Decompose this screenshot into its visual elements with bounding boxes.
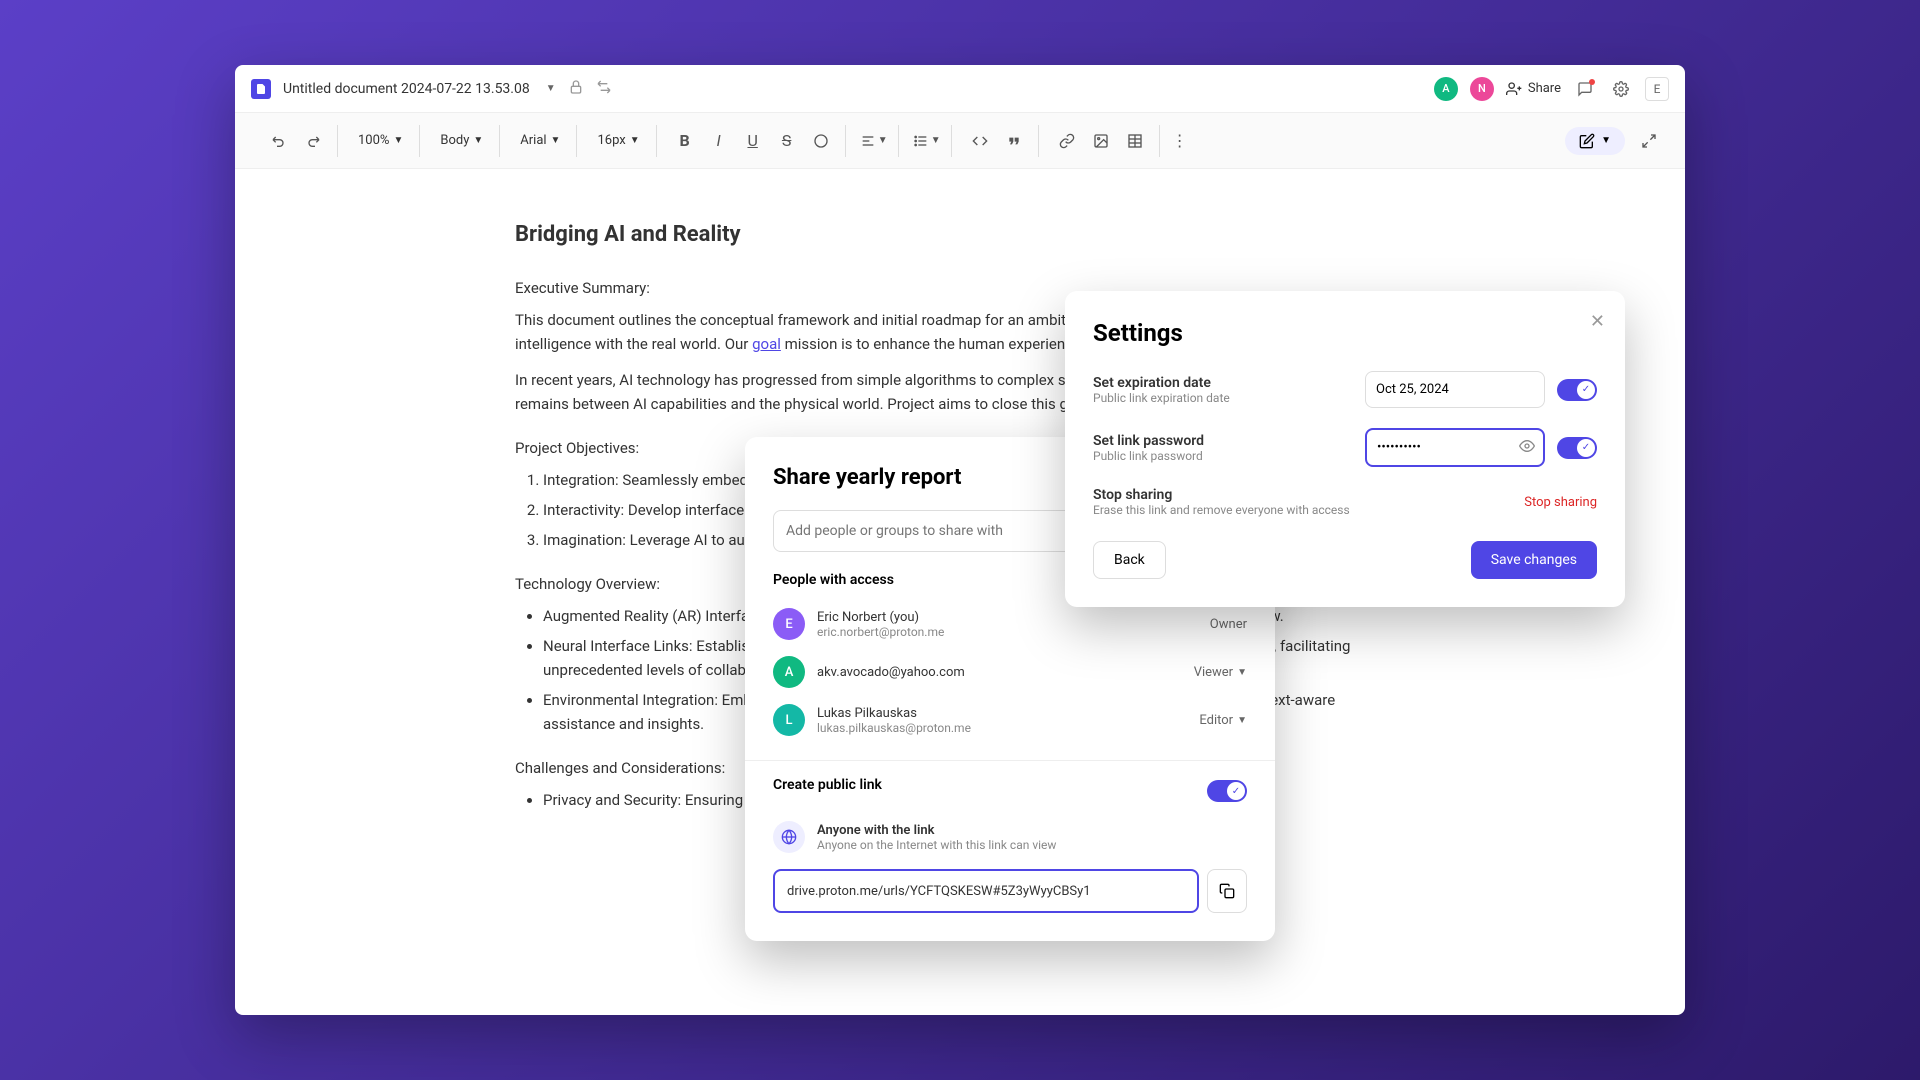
expiration-sub: Public link expiration date: [1093, 391, 1353, 405]
globe-icon: [773, 821, 805, 853]
share-link-input[interactable]: [773, 869, 1199, 913]
image-button[interactable]: [1085, 125, 1117, 157]
collaborator-avatar[interactable]: A: [1434, 77, 1458, 101]
style-dropdown[interactable]: Body ▼: [432, 125, 491, 157]
comments-icon[interactable]: [1573, 77, 1597, 101]
redo-button[interactable]: [297, 125, 329, 157]
collaborator-avatar[interactable]: N: [1470, 77, 1494, 101]
user-menu[interactable]: E: [1645, 77, 1669, 101]
titlebar: Untitled document 2024-07-22 13.53.08 ▼ …: [235, 65, 1685, 113]
strikethrough-button[interactable]: S: [771, 125, 803, 157]
save-changes-button[interactable]: Save changes: [1471, 541, 1597, 579]
share-button[interactable]: Share: [1506, 81, 1561, 97]
lock-icon[interactable]: [568, 79, 584, 99]
title-chevron-icon[interactable]: ▼: [546, 83, 556, 94]
toolbar: 100% ▼ Body ▼ Arial ▼ 16px ▼ B I U S ▼ ▼: [235, 113, 1685, 169]
avatar: L: [773, 704, 805, 736]
avatar: E: [773, 608, 805, 640]
code-button[interactable]: [964, 125, 996, 157]
role-dropdown[interactable]: Editor ▼: [1199, 713, 1247, 728]
person-row: L Lukas Pilkauskas lukas.pilkauskas@prot…: [773, 696, 1247, 744]
app-window: Untitled document 2024-07-22 13.53.08 ▼ …: [235, 65, 1685, 1015]
copy-link-button[interactable]: [1207, 869, 1247, 913]
expand-button[interactable]: [1633, 125, 1665, 157]
public-link-toggle[interactable]: [1207, 780, 1247, 802]
stop-sharing-link[interactable]: Stop sharing: [1524, 495, 1597, 510]
settings-title: Settings: [1093, 319, 1597, 347]
doc-icon: [251, 79, 271, 99]
undo-button[interactable]: [263, 125, 295, 157]
list-button[interactable]: ▼: [911, 125, 943, 157]
password-input[interactable]: [1365, 428, 1545, 467]
eye-icon[interactable]: [1519, 438, 1535, 458]
public-link-label: Create public link: [773, 777, 882, 793]
underline-button[interactable]: U: [737, 125, 769, 157]
person-name: Lukas Pilkauskas: [817, 706, 1187, 721]
bold-button[interactable]: B: [669, 125, 701, 157]
expiration-date-input[interactable]: [1365, 371, 1545, 408]
settings-modal: ✕ Settings Set expiration date Public li…: [1065, 291, 1625, 607]
password-toggle[interactable]: [1557, 437, 1597, 459]
document-title[interactable]: Untitled document 2024-07-22 13.53.08: [283, 81, 530, 97]
zoom-dropdown[interactable]: 100% ▼: [350, 125, 411, 157]
color-button[interactable]: [805, 125, 837, 157]
stop-sharing-sub: Erase this link and remove everyone with…: [1093, 503, 1512, 517]
italic-button[interactable]: I: [703, 125, 735, 157]
goal-link[interactable]: goal: [752, 335, 781, 353]
align-button[interactable]: ▼: [858, 125, 890, 157]
expiration-toggle[interactable]: [1557, 379, 1597, 401]
quote-button[interactable]: [998, 125, 1030, 157]
avatar: A: [773, 656, 805, 688]
person-name: Eric Norbert (you): [817, 610, 1198, 625]
close-icon[interactable]: ✕: [1590, 311, 1605, 332]
person-row: A akv.avocado@yahoo.com Viewer ▼: [773, 648, 1247, 696]
back-button[interactable]: Back: [1093, 541, 1166, 579]
edit-mode-button[interactable]: ▼: [1565, 127, 1625, 155]
share-label: Share: [1528, 81, 1561, 96]
move-icon[interactable]: [596, 79, 612, 99]
link-subtitle: Anyone on the Internet with this link ca…: [817, 838, 1056, 852]
link-button[interactable]: [1051, 125, 1083, 157]
font-dropdown[interactable]: Arial ▼: [512, 125, 568, 157]
table-button[interactable]: [1119, 125, 1151, 157]
password-sub: Public link password: [1093, 449, 1353, 463]
role-dropdown[interactable]: Viewer ▼: [1194, 665, 1247, 680]
password-title: Set link password: [1093, 433, 1353, 449]
expiration-title: Set expiration date: [1093, 375, 1353, 391]
person-row: E Eric Norbert (you) eric.norbert@proton…: [773, 600, 1247, 648]
person-name: akv.avocado@yahoo.com: [817, 665, 1182, 680]
more-button[interactable]: ⋮: [1164, 125, 1196, 157]
doc-heading: Bridging AI and Reality: [515, 217, 1405, 252]
person-email: lukas.pilkauskas@proton.me: [817, 721, 1187, 735]
fontsize-dropdown[interactable]: 16px ▼: [589, 125, 647, 157]
stop-sharing-title: Stop sharing: [1093, 487, 1512, 503]
person-email: eric.norbert@proton.me: [817, 625, 1198, 639]
gear-icon[interactable]: [1609, 77, 1633, 101]
role-label: Owner: [1210, 617, 1247, 632]
link-title: Anyone with the link: [817, 823, 1056, 838]
